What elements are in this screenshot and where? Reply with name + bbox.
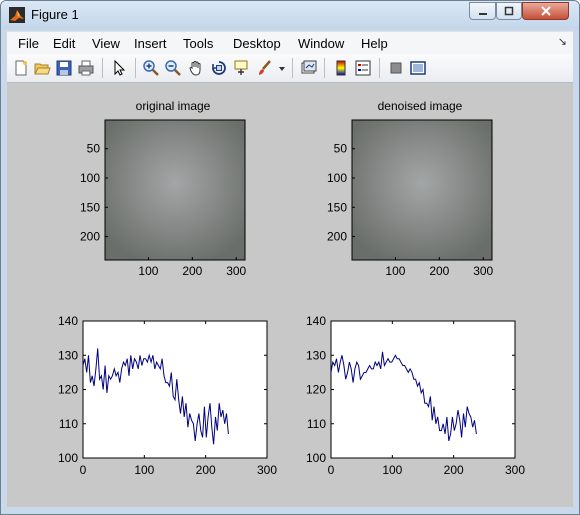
x-tick-label: 300 (505, 463, 525, 477)
y-tick-label: 200 (327, 230, 347, 244)
signal-plot-left[interactable]: 0 100 200 300100110120130140 (58, 314, 277, 477)
brush-icon[interactable] (256, 59, 274, 77)
y-tick-label: 100 (306, 451, 326, 465)
y-tick-label: 110 (59, 417, 78, 431)
data-cursor-icon[interactable] (232, 59, 250, 77)
menu-tools[interactable]: Tools (183, 36, 213, 51)
new-figure-icon[interactable] (12, 59, 30, 77)
y-tick-label: 120 (306, 383, 326, 397)
y-tick-label: 200 (80, 230, 100, 244)
y-tick-label: 120 (58, 383, 78, 397)
x-tick-label: 0 (80, 463, 87, 477)
figure-canvas: original image 100 200 300 50 100 150 200 deno… (7, 83, 573, 507)
y-tick-label: 150 (327, 200, 347, 214)
axes-title: original image (136, 99, 211, 113)
show-plot-tools-icon[interactable] (409, 59, 427, 77)
close-button[interactable] (522, 2, 569, 20)
figure-window: Figure 1 File Edit View Insert Tools Des… (0, 0, 580, 515)
hide-plot-tools-icon[interactable] (387, 59, 405, 77)
title-bar[interactable]: Figure 1 (1, 1, 579, 29)
axes-title: denoised image (378, 99, 463, 113)
save-icon[interactable] (55, 59, 73, 77)
plot-area (82, 320, 268, 459)
colorbar-icon[interactable] (332, 59, 350, 77)
legend-icon[interactable] (354, 59, 372, 77)
minimize-button[interactable] (469, 2, 496, 20)
print-icon[interactable] (77, 59, 95, 77)
x-tick-label: 200 (196, 463, 216, 477)
pointer-icon[interactable] (110, 59, 128, 77)
dock-arrow-icon[interactable]: ↘ (558, 35, 567, 48)
window-title: Figure 1 (31, 7, 79, 22)
y-tick-label: 140 (306, 314, 326, 328)
menu-file[interactable]: File (18, 36, 39, 51)
signal-plot-right[interactable]: 0 100 200 300100110120130140 (306, 314, 525, 477)
zoom-out-icon[interactable] (164, 59, 182, 77)
y-tick-label: 140 (58, 314, 78, 328)
x-tick-label: 300 (257, 463, 277, 477)
menu-edit[interactable]: Edit (53, 36, 75, 51)
close-icon (540, 6, 551, 16)
rotate-3d-icon[interactable] (210, 59, 228, 77)
y-tick-label: 110 (307, 417, 326, 431)
x-tick-label: 200 (444, 463, 464, 477)
original-image (105, 120, 245, 260)
x-tick-label: 200 (429, 264, 449, 278)
brush-dropdown-icon[interactable] (277, 59, 287, 77)
y-tick-label: 50 (334, 142, 348, 156)
x-tick-label: 200 (182, 264, 202, 278)
minimize-icon (478, 13, 487, 15)
maximize-button[interactable] (496, 2, 522, 20)
matlab-logo-icon (9, 7, 25, 23)
menu-view[interactable]: View (92, 36, 120, 51)
menu-desktop[interactable]: Desktop (233, 36, 281, 51)
y-tick-label: 100 (58, 451, 78, 465)
menu-bar: File Edit View Insert Tools Desktop Wind… (7, 31, 573, 54)
open-file-icon[interactable] (33, 59, 51, 77)
x-tick-label: 100 (382, 463, 402, 477)
y-tick-label: 100 (327, 171, 347, 185)
restore-icon (504, 6, 514, 16)
pan-hand-icon[interactable] (187, 59, 205, 77)
original-image-axes[interactable]: original image 100 200 300 50 100 150 200 (80, 99, 247, 278)
x-tick-label: 0 (328, 463, 335, 477)
y-tick-label: 150 (80, 200, 100, 214)
menu-window[interactable]: Window (298, 36, 344, 51)
y-tick-label: 50 (87, 142, 101, 156)
zoom-in-icon[interactable] (142, 59, 160, 77)
menu-insert[interactable]: Insert (134, 36, 167, 51)
x-tick-label: 300 (226, 264, 246, 278)
x-tick-label: 300 (473, 264, 493, 278)
x-tick-label: 100 (385, 264, 405, 278)
link-plot-icon[interactable] (300, 59, 318, 77)
menu-help[interactable]: Help (361, 36, 388, 51)
denoised-image (352, 120, 492, 260)
toolbar (7, 54, 573, 83)
y-tick-label: 130 (306, 348, 326, 362)
x-tick-label: 100 (134, 463, 154, 477)
y-tick-label: 130 (58, 348, 78, 362)
x-tick-label: 100 (138, 264, 158, 278)
y-tick-label: 100 (80, 171, 100, 185)
denoised-image-axes[interactable]: denoised image 100 200 300 50 100 150 200 (327, 99, 494, 278)
